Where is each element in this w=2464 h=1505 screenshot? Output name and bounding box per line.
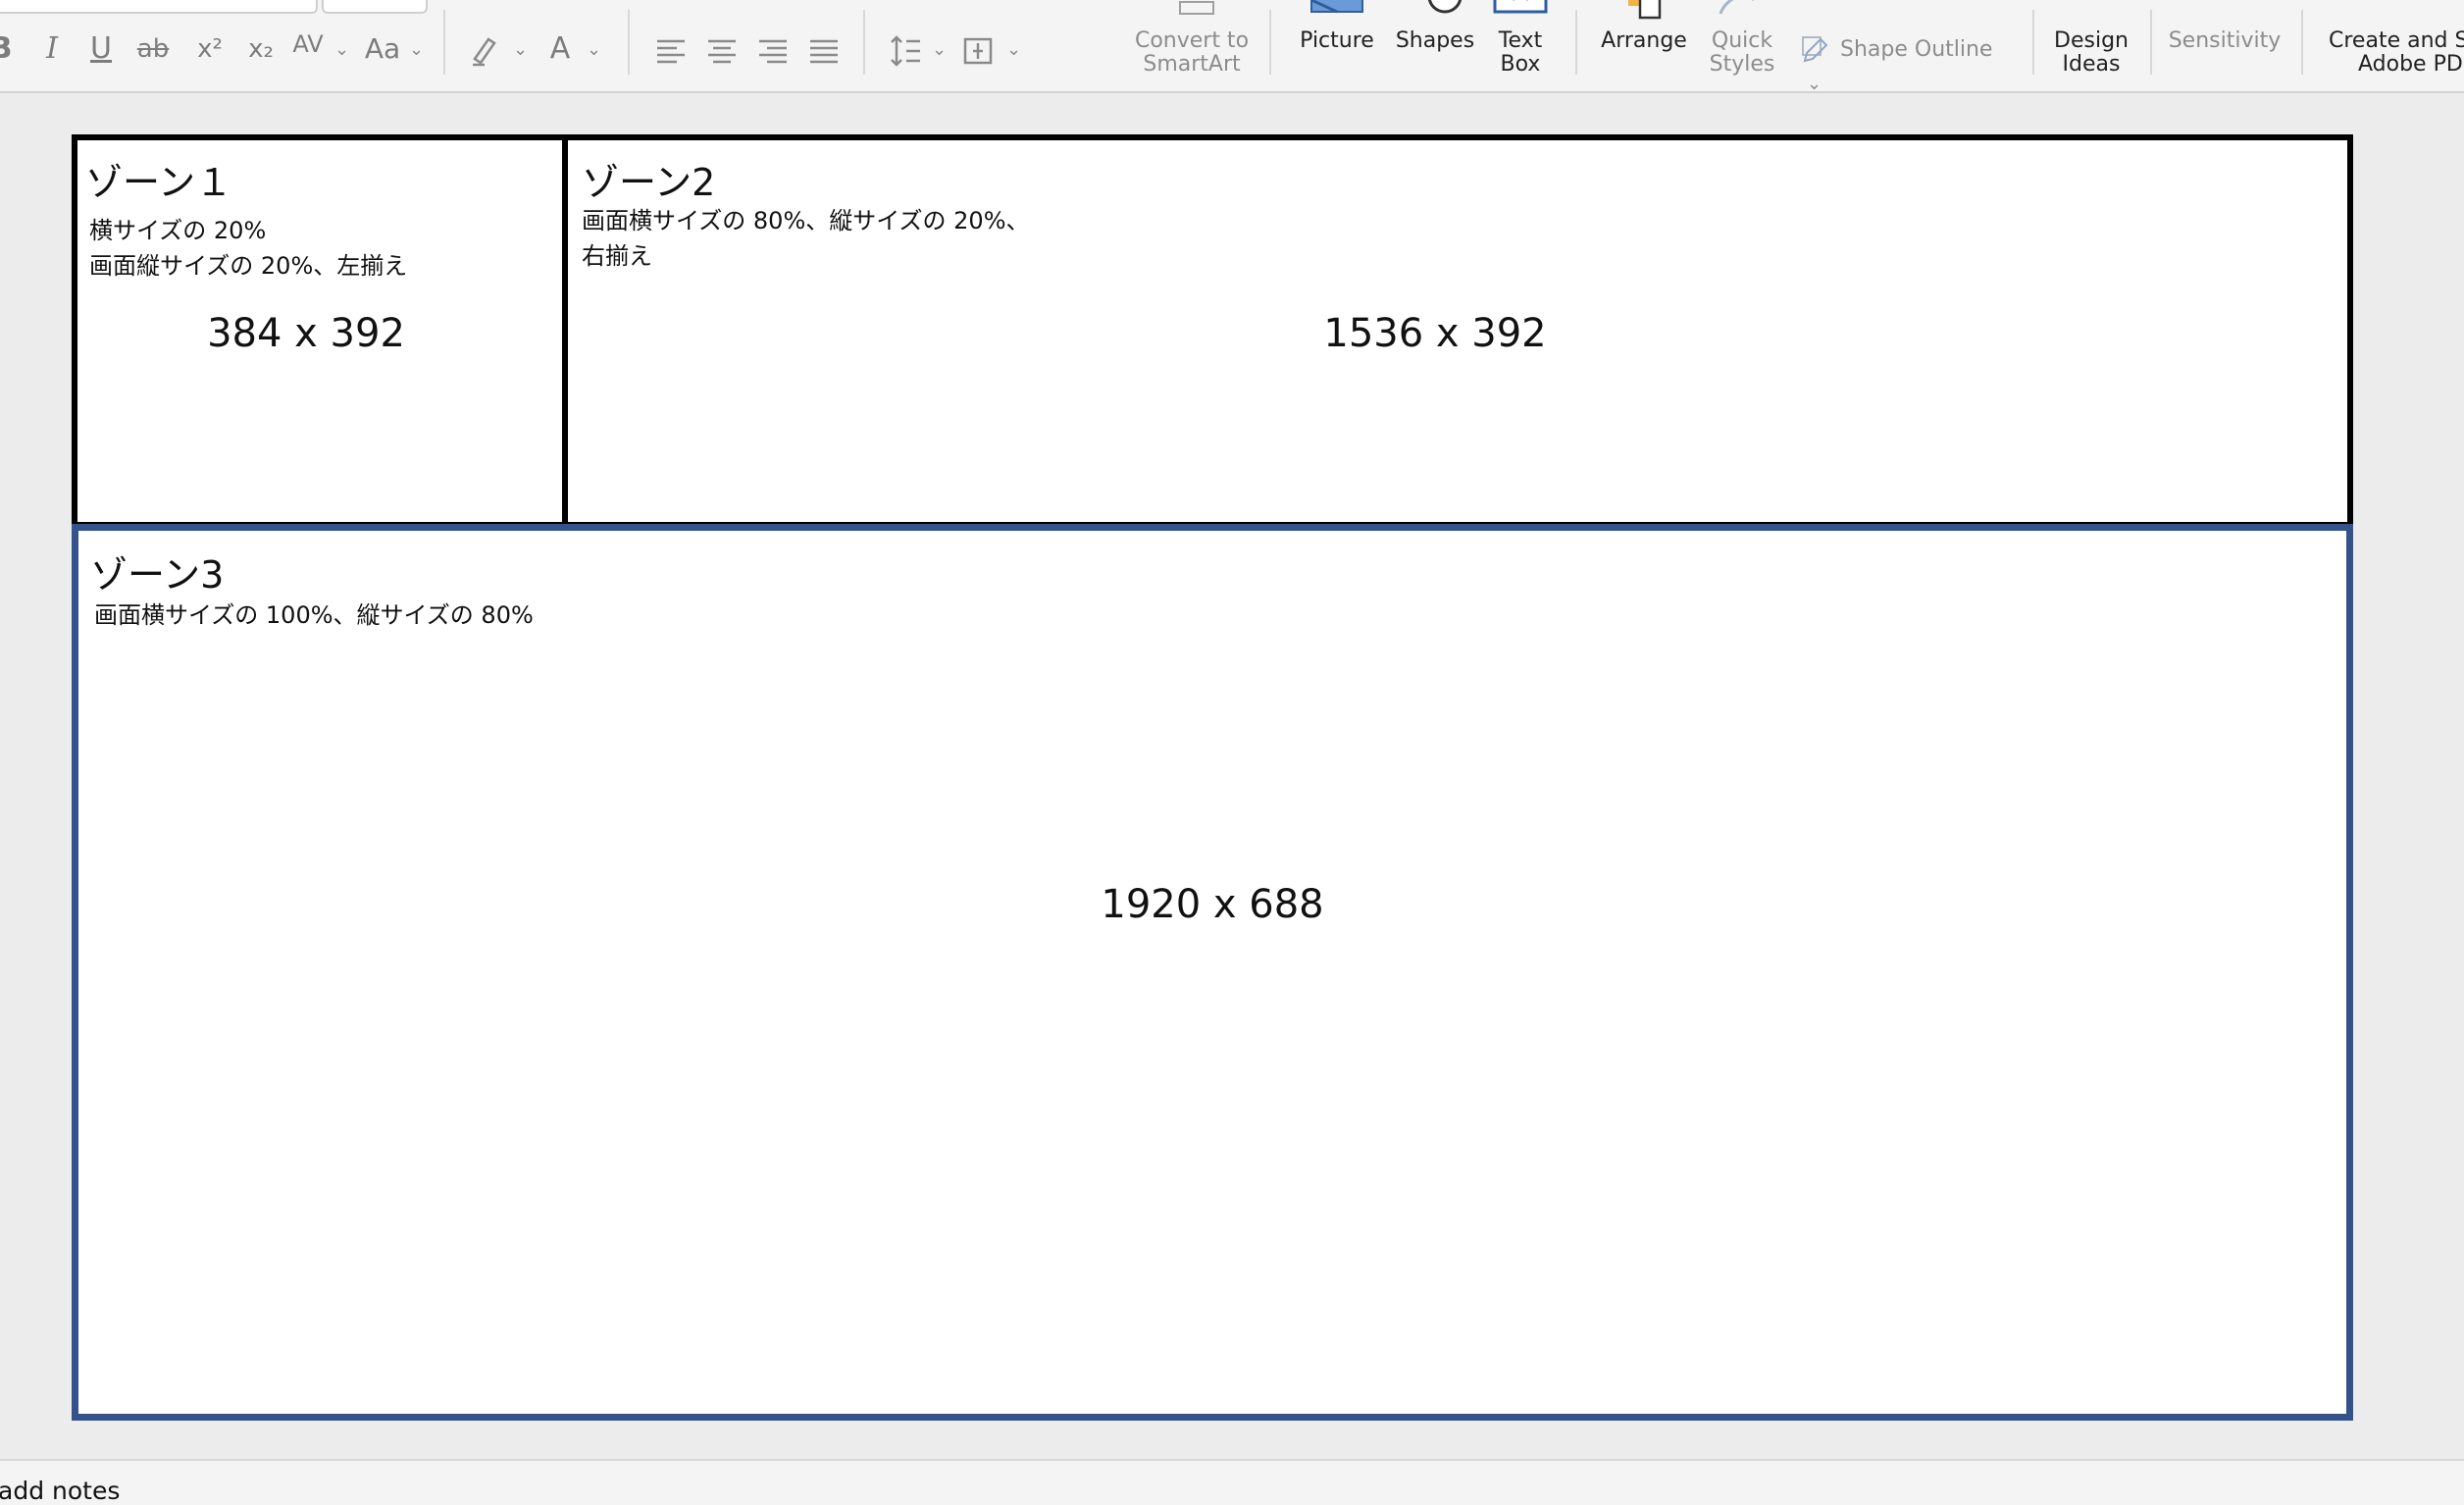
ribbon-divider xyxy=(2032,10,2034,75)
chevron-down-icon: ⌄ xyxy=(932,39,948,60)
ribbon-divider xyxy=(1269,10,1271,75)
superscript-button[interactable]: x² xyxy=(192,26,228,73)
design-ideas-icon xyxy=(2062,0,2121,20)
design-ideas-button[interactable]: Design Ideas xyxy=(2044,0,2138,91)
zone-3-size-label: 1920 x 688 xyxy=(1101,882,1324,927)
highlight-icon[interactable] xyxy=(467,26,506,73)
shapes-label: Shapes xyxy=(1395,28,1475,53)
zone-2-box[interactable]: ゾーン2 画面横サイズの 80%、縦サイズの 20%、 右揃え 1536 x 3… xyxy=(562,134,2353,528)
text-box-icon xyxy=(1493,0,1548,14)
ribbon-divider xyxy=(628,10,630,75)
chevron-down-icon: ⌄ xyxy=(1006,39,1022,60)
zone-3-box[interactable]: ゾーン3 画面横サイズの 100%、縦サイズの 80% 1920 x 688 xyxy=(72,524,2353,1421)
chevron-down-icon: ⌄ xyxy=(409,39,425,60)
adobe-pdf-label-2: Adobe PDF xyxy=(2358,52,2464,77)
arrange-icon xyxy=(1628,0,1662,20)
zone-3-description: 画面横サイズの 100%、縦サイズの 80% xyxy=(94,601,534,629)
ribbon-divider xyxy=(2301,10,2303,75)
text-box-button[interactable]: Text Box xyxy=(1485,0,1556,91)
zone-1-description-2: 画面縦サイズの 20%、左揃え xyxy=(89,252,408,280)
ribbon-toolbar: B I U ab x² x₂ AV ⌄ Aa ⌄ ⌄ A ⌄ ⌄ ⌄ Conve… xyxy=(0,0,2464,93)
shapes-button[interactable]: Shapes xyxy=(1391,0,1479,91)
adobe-pdf-label-1: Create and Sh xyxy=(2329,28,2464,53)
notes-pane[interactable]: add notes xyxy=(0,1459,2464,1505)
zone-2-description-1: 画面横サイズの 80%、縦サイズの 20%、 xyxy=(582,207,1030,234)
align-center-icon[interactable] xyxy=(704,26,740,73)
notes-placeholder[interactable]: add notes xyxy=(0,1477,120,1505)
line-spacing-icon[interactable] xyxy=(889,26,922,73)
pencil-icon xyxy=(1802,36,1828,63)
ribbon-divider xyxy=(443,10,445,75)
text-box-label-2: Box xyxy=(1500,52,1541,77)
zone-3-title: ゾーン3 xyxy=(90,553,225,597)
chevron-down-icon: ⌄ xyxy=(587,39,602,60)
picture-button[interactable]: Picture xyxy=(1295,0,1379,91)
text-box-label-1: Text xyxy=(1498,28,1543,53)
sensitivity-button[interactable]: Sensitivity xyxy=(2162,0,2287,91)
bold-button[interactable]: B xyxy=(0,26,16,73)
shapes-icon xyxy=(1427,0,1463,14)
subscript-button[interactable]: x₂ xyxy=(243,26,279,73)
design-ideas-label-2: Ideas xyxy=(2062,52,2121,77)
align-left-icon[interactable] xyxy=(653,26,689,73)
ribbon-divider xyxy=(1575,10,1577,75)
slide-canvas[interactable]: ゾーン１ 横サイズの 20% 画面縦サイズの 20%、左揃え 384 x 392… xyxy=(72,134,2353,1421)
design-ideas-label-1: Design xyxy=(2054,28,2129,53)
italic-button[interactable]: I xyxy=(37,26,67,73)
arrange-button[interactable]: Arrange xyxy=(1597,0,1691,91)
zone-2-description-2: 右揃え xyxy=(582,242,652,270)
zone-1-box[interactable]: ゾーン１ 横サイズの 20% 画面縦サイズの 20%、左揃え 384 x 392 xyxy=(72,134,568,528)
change-case-button[interactable]: Aa xyxy=(363,26,402,73)
arrange-label: Arrange xyxy=(1601,28,1687,53)
convert-smartart-label-2: SmartArt xyxy=(1143,52,1241,77)
zone-1-size-label: 384 x 392 xyxy=(207,311,405,356)
chevron-down-icon: ⌄ xyxy=(1807,74,1822,93)
zone-1-description-1: 横サイズの 20% xyxy=(89,217,267,244)
quick-styles-label-1: Quick xyxy=(1711,28,1773,53)
zone-1-title: ゾーン１ xyxy=(85,161,233,204)
quick-styles-icon xyxy=(1719,0,1755,15)
underline-button[interactable]: U xyxy=(86,26,116,73)
sensitivity-icon xyxy=(2195,0,2254,20)
create-adobe-pdf-button[interactable]: Create and Sh Adobe PDF xyxy=(2323,0,2464,91)
shape-outline-button[interactable]: Shape Outline ⌄ xyxy=(1801,33,2017,91)
chevron-down-icon: ⌄ xyxy=(334,39,350,60)
ribbon-divider xyxy=(2150,10,2152,75)
align-right-icon[interactable] xyxy=(755,26,791,73)
picture-icon xyxy=(1310,0,1363,14)
smartart-icon xyxy=(1179,1,1214,15)
picture-label: Picture xyxy=(1300,28,1374,53)
character-spacing-button[interactable]: AV xyxy=(288,26,328,73)
sensitivity-label: Sensitivity xyxy=(2168,28,2282,53)
chevron-down-icon: ⌄ xyxy=(513,39,529,60)
zone-2-title: ゾーン2 xyxy=(582,161,716,204)
justify-icon[interactable] xyxy=(806,26,842,73)
shape-outline-label: Shape Outline xyxy=(1840,37,1993,62)
font-color-button[interactable]: A xyxy=(545,26,575,73)
strikethrough-button[interactable]: ab xyxy=(135,26,171,73)
text-direction-icon[interactable] xyxy=(961,26,997,73)
convert-smartart-button[interactable]: Convert to SmartArt xyxy=(1128,0,1256,91)
quick-styles-button[interactable]: Quick Styles xyxy=(1695,0,1789,91)
character-spacing-label: AV xyxy=(292,30,324,58)
quick-styles-label-2: Styles xyxy=(1709,52,1775,77)
font-name-field[interactable] xyxy=(0,0,318,14)
convert-smartart-label-1: Convert to xyxy=(1134,28,1250,53)
zone-2-size-label: 1536 x 392 xyxy=(1323,311,1547,356)
ribbon-divider xyxy=(863,10,865,75)
share-pdf-icon xyxy=(2382,0,2440,20)
font-size-field[interactable] xyxy=(322,0,428,14)
